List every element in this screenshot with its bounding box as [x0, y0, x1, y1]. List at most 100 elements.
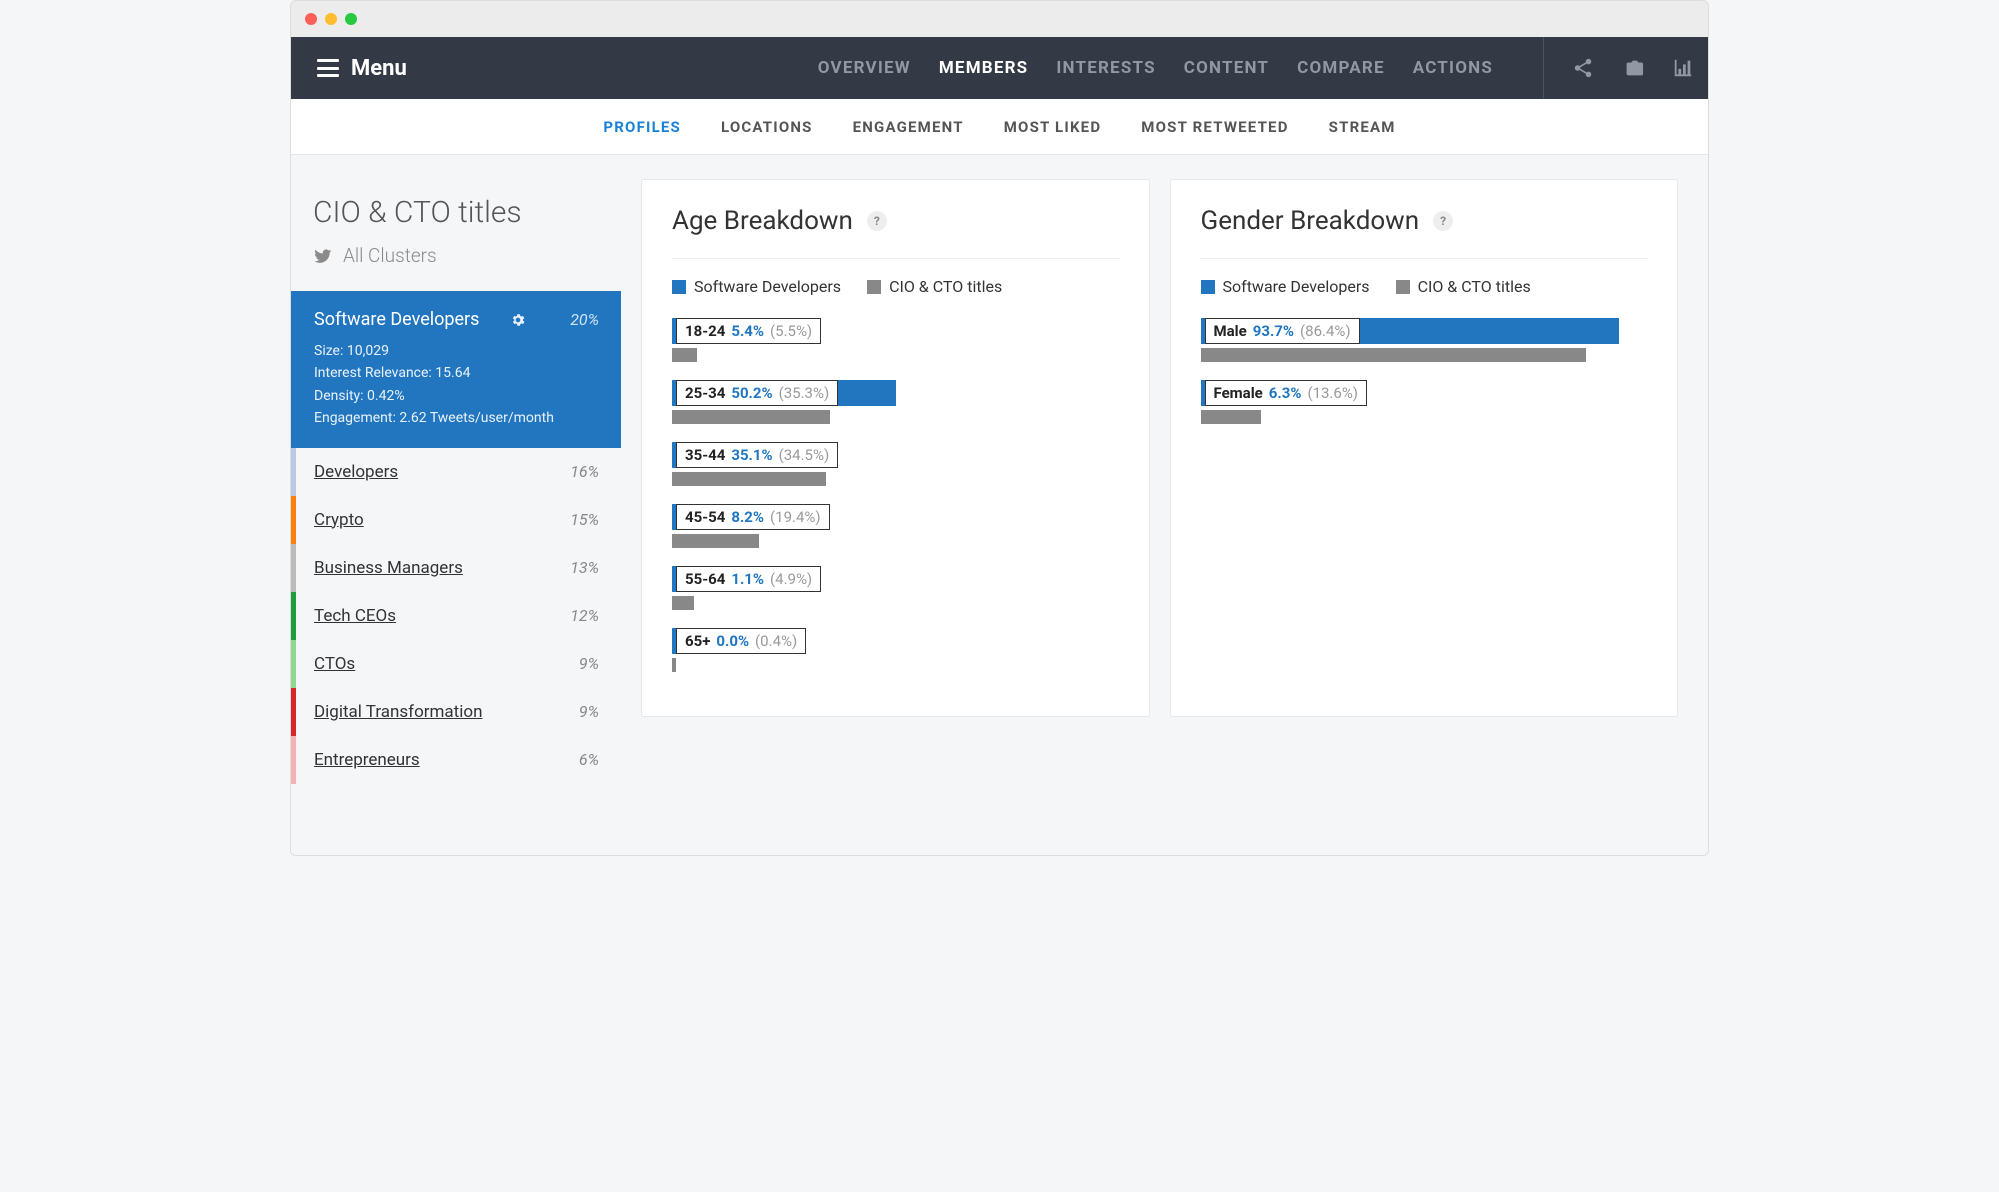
gender-card-title: Gender Breakdown	[1201, 206, 1420, 236]
page-title: CIO & CTO titles	[291, 195, 621, 230]
subtab-most-liked[interactable]: MOST LIKED	[1004, 118, 1102, 136]
legend-item-b: CIO & CTO titles	[867, 277, 1002, 296]
bar-secondary	[672, 472, 826, 486]
menu-label: Menu	[351, 56, 407, 81]
tab-members[interactable]: MEMBERS	[939, 58, 1029, 78]
bar-group: 55-641.1%(4.9%)	[672, 566, 1119, 610]
content-area: CIO & CTO titles All Clusters Software D…	[291, 155, 1708, 855]
sidebar: CIO & CTO titles All Clusters Software D…	[291, 155, 621, 784]
window-titlebar	[291, 1, 1708, 37]
cluster-pct: 15%	[570, 510, 599, 529]
bar-secondary	[1201, 410, 1262, 424]
legend-item-a: Software Developers	[672, 277, 841, 296]
main-panels: Age Breakdown ? Software Developers CIO …	[621, 155, 1708, 747]
cluster-item[interactable]: Business Managers 13%	[291, 544, 621, 592]
cluster-pct: 13%	[570, 558, 599, 577]
cluster-list: Developers 16% Crypto 15% Business Managers 1…	[291, 448, 621, 784]
bar-group: 18-245.4%(5.5%)	[672, 318, 1119, 362]
age-legend: Software Developers CIO & CTO titles	[672, 277, 1119, 296]
cluster-name: Entrepreneurs	[314, 750, 420, 770]
legend-swatch-grey	[1396, 280, 1410, 294]
legend-label-b: CIO & CTO titles	[1418, 277, 1531, 296]
bar-group: 65+0.0%(0.4%)	[672, 628, 1119, 672]
hamburger-icon	[317, 59, 339, 77]
cluster-size: Size: 10,029	[314, 340, 599, 362]
cluster-item[interactable]: CTOs 9%	[291, 640, 621, 688]
tab-overview[interactable]: OVERVIEW	[818, 58, 911, 78]
cluster-pct: 20%	[570, 310, 599, 329]
bar-label: 25-3450.2%(35.3%)	[676, 380, 838, 406]
legend-label-a: Software Developers	[1223, 277, 1370, 296]
bar-group: 25-3450.2%(35.3%)	[672, 380, 1119, 424]
bar-secondary	[1201, 348, 1587, 362]
tab-interests[interactable]: INTERESTS	[1056, 58, 1155, 78]
minimize-window-icon[interactable]	[325, 13, 337, 25]
subtab-engagement[interactable]: ENGAGEMENT	[853, 118, 964, 136]
cluster-item[interactable]: Digital Transformation9%	[291, 688, 621, 736]
help-icon[interactable]: ?	[867, 211, 887, 231]
cluster-name: Crypto	[314, 510, 364, 530]
legend-label-a: Software Developers	[694, 277, 841, 296]
bar-group: Male93.7%(86.4%)	[1201, 318, 1648, 362]
camera-icon[interactable]	[1622, 57, 1644, 79]
cluster-name: Developers	[314, 462, 398, 482]
cluster-item[interactable]: Entrepreneurs6%	[291, 736, 621, 784]
cluster-pct: 16%	[570, 462, 599, 481]
tab-actions[interactable]: ACTIONS	[1413, 58, 1493, 78]
legend-item-a: Software Developers	[1201, 277, 1370, 296]
bar-label: 35-4435.1%(34.5%)	[676, 442, 838, 468]
subtab-profiles[interactable]: PROFILES	[603, 118, 681, 136]
share-icon[interactable]	[1572, 57, 1594, 79]
cluster-name: Tech CEOs	[314, 606, 396, 626]
cluster-item[interactable]: Developers 16%	[291, 448, 621, 496]
cluster-engagement: Engagement: 2.62 Tweets/user/month	[314, 407, 599, 429]
bar-label: Female6.3%(13.6%)	[1205, 380, 1368, 406]
legend-swatch-grey	[867, 280, 881, 294]
bar-group: Female6.3%(13.6%)	[1201, 380, 1648, 424]
bar-secondary	[672, 348, 697, 362]
gender-legend: Software Developers CIO & CTO titles	[1201, 277, 1648, 296]
cluster-relevance: Interest Relevance: 15.64	[314, 362, 599, 384]
age-card-title: Age Breakdown	[672, 206, 853, 236]
bar-secondary	[672, 410, 830, 424]
cluster-pct: 12%	[570, 606, 599, 625]
subtab-stream[interactable]: STREAM	[1329, 118, 1396, 136]
cluster-density: Density: 0.42%	[314, 385, 599, 407]
subtab-locations[interactable]: LOCATIONS	[721, 118, 813, 136]
legend-swatch-blue	[1201, 280, 1215, 294]
bar-group: 45-548.2%(19.4%)	[672, 504, 1119, 548]
menu-button[interactable]: Menu	[317, 56, 407, 81]
tab-content[interactable]: CONTENT	[1184, 58, 1269, 78]
twitter-icon	[313, 246, 333, 266]
bar-secondary	[672, 658, 676, 672]
tab-compare[interactable]: COMPARE	[1297, 58, 1385, 78]
gender-bars: Male93.7%(86.4%) Female6.3%(13.6%)	[1201, 318, 1648, 424]
bar-secondary	[672, 596, 694, 610]
subtab-most-retweeted[interactable]: MOST RETWEETED	[1141, 118, 1288, 136]
bar-secondary	[672, 534, 759, 548]
legend-label-b: CIO & CTO titles	[889, 277, 1002, 296]
help-icon[interactable]: ?	[1433, 211, 1453, 231]
bar-label: 65+0.0%(0.4%)	[676, 628, 806, 654]
gear-icon[interactable]	[510, 312, 526, 328]
cluster-pct: 9%	[579, 654, 599, 673]
age-breakdown-card: Age Breakdown ? Software Developers CIO …	[641, 179, 1150, 717]
bar-chart-icon[interactable]	[1672, 57, 1694, 79]
cluster-name: Business Managers	[314, 558, 463, 578]
cluster-name: CTOs	[314, 654, 355, 674]
cluster-name: Digital Transformation	[314, 702, 482, 722]
top-tabs: OVERVIEW MEMBERS INTERESTS CONTENT COMPA…	[818, 58, 1493, 78]
cluster-item-active[interactable]: Software Developers 20% Size: 10,029 Int…	[291, 291, 621, 448]
cluster-item[interactable]: Tech CEOs 12%	[291, 592, 621, 640]
maximize-window-icon[interactable]	[345, 13, 357, 25]
close-window-icon[interactable]	[305, 13, 317, 25]
app-window: Menu OVERVIEW MEMBERS INTERESTS CONTENT …	[290, 0, 1709, 856]
cluster-meta: Size: 10,029 Interest Relevance: 15.64 D…	[314, 340, 599, 430]
legend-item-b: CIO & CTO titles	[1396, 277, 1531, 296]
all-clusters-label: All Clusters	[343, 244, 437, 267]
gender-breakdown-card: Gender Breakdown ? Software Developers C…	[1170, 179, 1679, 717]
all-clusters-link[interactable]: All Clusters	[291, 230, 621, 291]
bar-label: 18-245.4%(5.5%)	[676, 318, 821, 344]
cluster-item[interactable]: Crypto 15%	[291, 496, 621, 544]
bar-label: 45-548.2%(19.4%)	[676, 504, 830, 530]
